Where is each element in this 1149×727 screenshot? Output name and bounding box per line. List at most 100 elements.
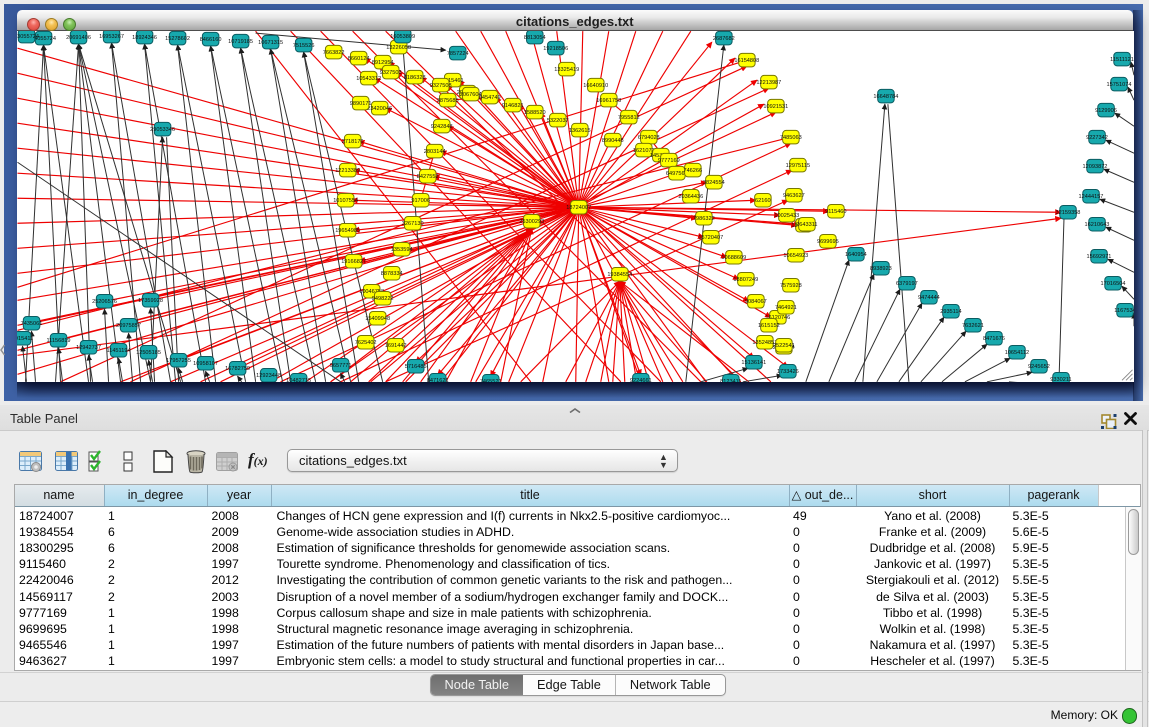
svg-text:7515526: 7515526	[292, 43, 314, 49]
svg-text:12213987: 12213987	[756, 80, 781, 86]
svg-text:16953267: 16953267	[99, 34, 124, 40]
svg-text:9327508: 9327508	[429, 83, 451, 89]
svg-text:9084067: 9084067	[744, 299, 766, 305]
svg-text:15720407: 15720407	[698, 235, 723, 241]
svg-text:7632621: 7632621	[962, 323, 984, 329]
svg-text:6794028: 6794028	[637, 135, 659, 141]
svg-text:9498222: 9498222	[371, 296, 393, 302]
svg-text:7575928: 7575928	[779, 283, 801, 289]
svg-text:7857224: 7857224	[446, 51, 468, 57]
svg-text:12093872: 12093872	[1082, 164, 1107, 170]
svg-text:9330211: 9330211	[1050, 377, 1071, 382]
svg-text:9463627: 9463627	[782, 193, 804, 199]
svg-text:1640954: 1640954	[844, 252, 866, 258]
svg-text:9224661: 9224661	[629, 378, 651, 382]
svg-text:10654923: 10654923	[783, 253, 808, 259]
svg-text:9129906: 9129906	[1095, 108, 1117, 114]
svg-text:9242848: 9242848	[430, 124, 452, 130]
svg-text:10671315: 10671315	[258, 40, 283, 46]
svg-text:10921531: 10921531	[763, 104, 788, 110]
svg-text:1362615: 1362615	[568, 128, 590, 134]
svg-text:8990448: 8990448	[601, 138, 623, 144]
svg-text:11511121: 11511121	[1110, 57, 1134, 63]
svg-text:12505185: 12505185	[136, 350, 161, 356]
svg-text:9777169: 9777169	[657, 158, 679, 164]
svg-text:12213389: 12213389	[335, 168, 360, 174]
svg-text:8938923: 8938923	[869, 266, 891, 272]
svg-text:9474444: 9474444	[918, 295, 940, 301]
svg-text:6379197: 6379197	[896, 281, 918, 287]
svg-text:13055724: 13055724	[17, 34, 39, 40]
svg-text:8471621: 8471621	[426, 378, 448, 382]
svg-text:9699695: 9699695	[816, 239, 838, 245]
svg-text:7625402: 7625402	[354, 340, 376, 346]
svg-text:9327503: 9327503	[379, 70, 401, 76]
svg-text:25206576: 25206576	[92, 299, 117, 305]
svg-text:10543312: 10543312	[356, 76, 381, 82]
svg-text:15409948: 15409948	[365, 316, 390, 322]
svg-text:9657771: 9657771	[329, 363, 351, 369]
svg-text:8186328: 8186328	[403, 75, 425, 81]
svg-text:2935114: 2935114	[940, 309, 961, 315]
svg-text:5322037: 5322037	[546, 118, 568, 124]
svg-text:16154808: 16154808	[734, 58, 759, 64]
svg-text:20975857: 20975857	[116, 323, 141, 329]
svg-text:12942737: 12942737	[76, 345, 101, 351]
svg-text:7485063: 7485063	[779, 135, 801, 141]
svg-text:10107554: 10107554	[333, 198, 358, 204]
svg-text:9115460: 9115460	[825, 209, 846, 215]
svg-text:7464921: 7464921	[774, 305, 796, 311]
svg-text:19384554: 19384554	[607, 272, 632, 278]
svg-text:19654985: 19654985	[335, 228, 360, 234]
svg-text:10719185: 10719185	[228, 39, 253, 45]
svg-text:1588520: 1588520	[523, 110, 545, 116]
svg-text:12975115: 12975115	[785, 163, 809, 169]
svg-text:8454749: 8454749	[478, 95, 500, 101]
svg-text:1615152: 1615152	[757, 323, 779, 329]
svg-text:20691406: 20691406	[66, 35, 91, 41]
svg-text:7986322: 7986322	[692, 216, 714, 222]
svg-text:7435061: 7435061	[20, 321, 42, 327]
svg-text:13325419: 13325419	[554, 67, 579, 73]
svg-text:25300293: 25300293	[519, 219, 544, 225]
svg-text:11156819: 11156819	[46, 338, 70, 344]
svg-text:5716485: 5716485	[404, 364, 426, 370]
svg-text:2718176: 2718176	[341, 139, 363, 145]
svg-text:12444157: 12444157	[1078, 194, 1103, 200]
svg-text:8123411: 8123411	[720, 379, 741, 382]
svg-text:12923448: 12923448	[256, 373, 281, 379]
svg-text:16961758: 16961758	[596, 98, 621, 104]
svg-text:8660124: 8660124	[347, 56, 369, 62]
svg-text:3875685: 3875685	[436, 98, 458, 104]
svg-text:15751074: 15751074	[1106, 82, 1131, 88]
svg-text:16210643: 16210643	[1084, 222, 1109, 228]
svg-text:917006: 917006	[411, 198, 430, 204]
svg-text:1733426: 1733426	[776, 369, 798, 375]
svg-text:2687682: 2687682	[712, 36, 734, 42]
svg-text:2803144: 2803144	[423, 149, 445, 155]
svg-text:16782759: 16782759	[225, 366, 250, 372]
svg-text:16053809: 16053809	[390, 34, 415, 40]
svg-text:7955812: 7955812	[617, 115, 639, 121]
svg-text:746266: 746266	[683, 168, 702, 174]
svg-text:18724007: 18724007	[566, 205, 591, 211]
svg-text:1691442: 1691442	[384, 343, 406, 349]
svg-text:13226058: 13226058	[386, 45, 411, 51]
svg-text:10482715: 10482715	[286, 378, 311, 382]
svg-text:8813054: 8813054	[523, 35, 545, 41]
svg-text:1353594: 1353594	[390, 247, 412, 253]
svg-text:3267130: 3267130	[401, 221, 423, 227]
svg-text:10688609: 10688609	[721, 255, 746, 261]
svg-text:15136141: 15136141	[741, 360, 766, 366]
svg-text:15692971: 15692971	[1086, 254, 1111, 260]
svg-text:62160: 62160	[755, 198, 771, 204]
svg-text:3824554: 3824554	[702, 180, 724, 186]
svg-text:20364436: 20364436	[678, 194, 703, 200]
svg-text:29053346: 29053346	[150, 127, 175, 133]
svg-text:8878334: 8878334	[380, 271, 402, 277]
svg-text:15278602: 15278602	[165, 36, 190, 42]
svg-text:10654112: 10654112	[1004, 350, 1028, 356]
svg-text:17957255: 17957255	[166, 358, 191, 364]
svg-text:11451194: 11451194	[106, 348, 130, 354]
svg-text:3915411: 3915411	[17, 336, 33, 342]
